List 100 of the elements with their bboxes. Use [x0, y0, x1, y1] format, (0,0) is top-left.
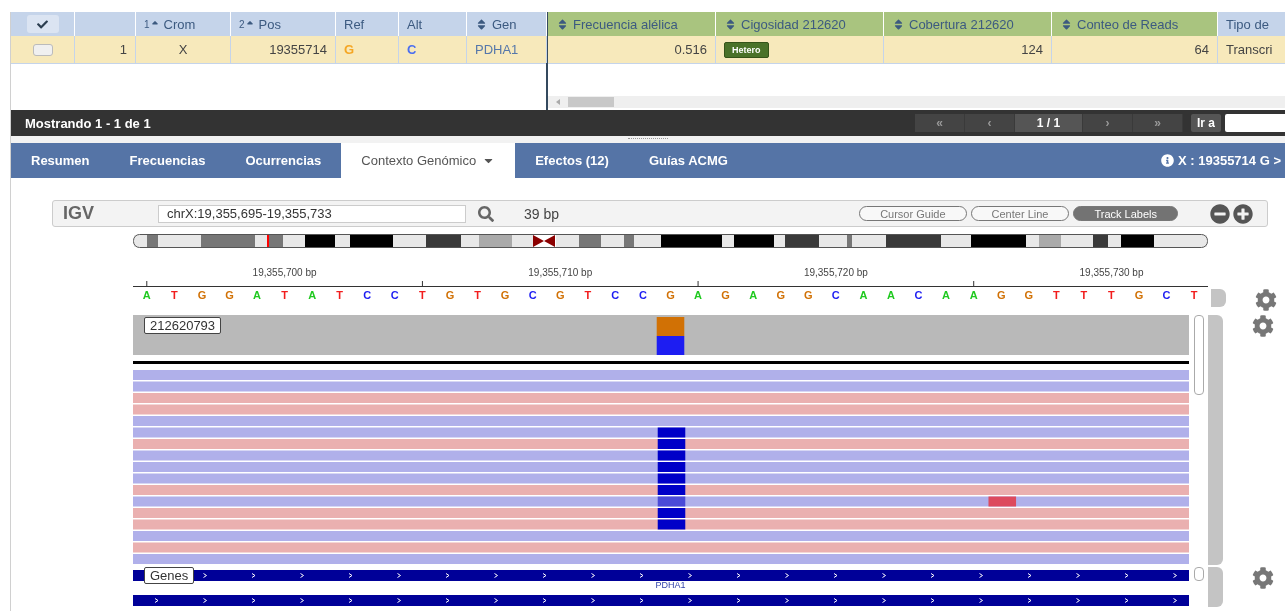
column-header[interactable]: Tipo de — [1218, 12, 1285, 36]
sequence-base: G — [803, 289, 814, 303]
ruler-label: 19,355,730 bp — [1079, 267, 1144, 278]
column-header[interactable]: Cigosidad 212620 — [716, 12, 884, 36]
sequence-base: C — [610, 289, 621, 303]
settings-icon[interactable] — [1252, 567, 1274, 589]
track-drag-handle[interactable] — [1208, 567, 1223, 607]
vertical-scrollbar[interactable] — [1194, 567, 1204, 581]
column-header[interactable]: 2 Pos — [231, 12, 336, 36]
table-cell: 0.516 — [548, 36, 716, 63]
sequence-base: G — [196, 289, 208, 303]
table-cell: PDHA1 — [467, 36, 547, 63]
sequence-base: T — [473, 289, 482, 303]
table-cell: G — [336, 36, 399, 63]
sequence-base: A — [307, 289, 318, 303]
horizontal-scrollbar[interactable] — [548, 96, 1285, 108]
sequence-base: T — [1079, 289, 1089, 303]
zygosity-badge: Hetero — [724, 41, 769, 58]
tab[interactable]: Ocurrencias — [225, 143, 342, 178]
sequence-base: C — [830, 289, 841, 303]
tab[interactable]: Contexto Genómico — [341, 143, 516, 178]
info-icon — [1161, 154, 1174, 167]
sequence-base: G — [995, 289, 1007, 303]
vertical-scrollbar[interactable] — [1194, 315, 1204, 395]
sequence-base: A — [968, 289, 979, 303]
track-drag-handle[interactable] — [1210, 289, 1226, 307]
ruler-label: 19,355,700 bp — [252, 267, 317, 278]
sequence-base: C — [913, 289, 924, 303]
column-label: Conteo de Reads — [1077, 16, 1179, 32]
select-all-button[interactable] — [26, 15, 59, 33]
sequence-base: C — [362, 289, 373, 303]
toggle-button[interactable]: Center Line — [970, 206, 1070, 221]
window-span: 39 bp — [524, 205, 560, 222]
column-header[interactable]: Gen — [467, 12, 547, 36]
tab[interactable]: Guías ACMG — [628, 143, 748, 178]
splitter-handle[interactable] — [11, 136, 1285, 143]
row-checkbox[interactable] — [32, 43, 53, 56]
table-cell: X — [136, 36, 231, 63]
page-indicator[interactable]: 1 / 1 — [1015, 114, 1083, 132]
go-to-label[interactable]: Ir a — [1191, 114, 1221, 132]
sequence-base: G — [1023, 289, 1035, 303]
locus-field[interactable]: chrX:19,355,695-19,355,733 — [158, 204, 466, 223]
column-header[interactable]: Alt — [399, 12, 467, 36]
sort-icon — [556, 17, 569, 31]
pager-button[interactable]: « — [915, 114, 965, 132]
sequence-base: T — [335, 289, 345, 303]
track-label: Genes — [144, 567, 195, 584]
sort-icon — [892, 17, 905, 31]
column-header[interactable]: Cobertura 212620 — [884, 12, 1052, 36]
sequence-base: T — [1189, 289, 1199, 303]
toggle-button[interactable]: Cursor Guide — [859, 206, 967, 221]
column-label: Frecuencia alélica — [573, 16, 678, 32]
gene-name: PDHA1 — [656, 580, 685, 590]
check-icon — [37, 18, 48, 30]
ruler-label: 19,355,710 bp — [528, 267, 593, 278]
zoom-out-button[interactable] — [1210, 203, 1230, 224]
table-cell: 124 — [884, 36, 1052, 63]
column-header[interactable]: Conteo de Reads — [1052, 12, 1218, 36]
sequence-base: A — [858, 289, 869, 303]
sequence-base: T — [1051, 289, 1061, 303]
column-header[interactable]: Ref — [336, 12, 399, 36]
track-drag-handle[interactable] — [1208, 315, 1223, 565]
table-cell: C — [399, 36, 467, 63]
sort-icon — [1060, 17, 1073, 31]
column-header[interactable]: 1 Crom — [136, 12, 231, 36]
column-label: Crom — [163, 16, 196, 32]
column-label: Pos — [258, 16, 281, 32]
toggle-button[interactable]: Track Labels — [1073, 206, 1178, 221]
sequence-base: T — [280, 289, 289, 303]
chromosome-ideogram[interactable] — [133, 234, 1209, 248]
sequence-base: G — [665, 289, 676, 303]
ruler-label: 19,355,720 bp — [803, 267, 868, 278]
sequence-base: G — [775, 289, 786, 303]
settings-icon[interactable] — [1254, 289, 1277, 311]
sequence-base: A — [941, 289, 952, 303]
sequence-base: T — [583, 289, 593, 303]
zoom-in-button[interactable] — [1233, 203, 1253, 224]
sequence-base: G — [1133, 289, 1145, 303]
sequence-base: A — [141, 289, 152, 303]
sequence-base: A — [748, 289, 759, 303]
column-label: Cobertura 212620 — [909, 16, 1014, 32]
sequence-base: T — [1107, 289, 1116, 303]
variant-info: X : 19355714 G > — [1178, 153, 1281, 168]
table-cell: 19355714 — [231, 36, 336, 63]
results-status: Mostrando 1 - 1 de 1 — [25, 115, 151, 131]
sequence-base: C — [389, 289, 400, 303]
search-icon[interactable] — [478, 205, 494, 222]
sequence-base: A — [693, 289, 703, 303]
tab[interactable]: Frecuencias — [109, 143, 226, 178]
tab[interactable]: Efectos (12) — [515, 143, 629, 178]
column-label: Cigosidad 212620 — [741, 16, 846, 32]
sort-icon — [724, 17, 737, 31]
settings-icon[interactable] — [1252, 315, 1274, 337]
column-header[interactable]: Frecuencia alélica — [548, 12, 716, 36]
column-label: Gen — [492, 16, 517, 32]
page-input[interactable] — [1225, 114, 1285, 132]
sequence-base: T — [169, 289, 179, 303]
track-label: 212620793 — [144, 317, 222, 334]
table-cell: 1 — [75, 36, 136, 63]
tab[interactable]: Resumen — [11, 143, 110, 178]
